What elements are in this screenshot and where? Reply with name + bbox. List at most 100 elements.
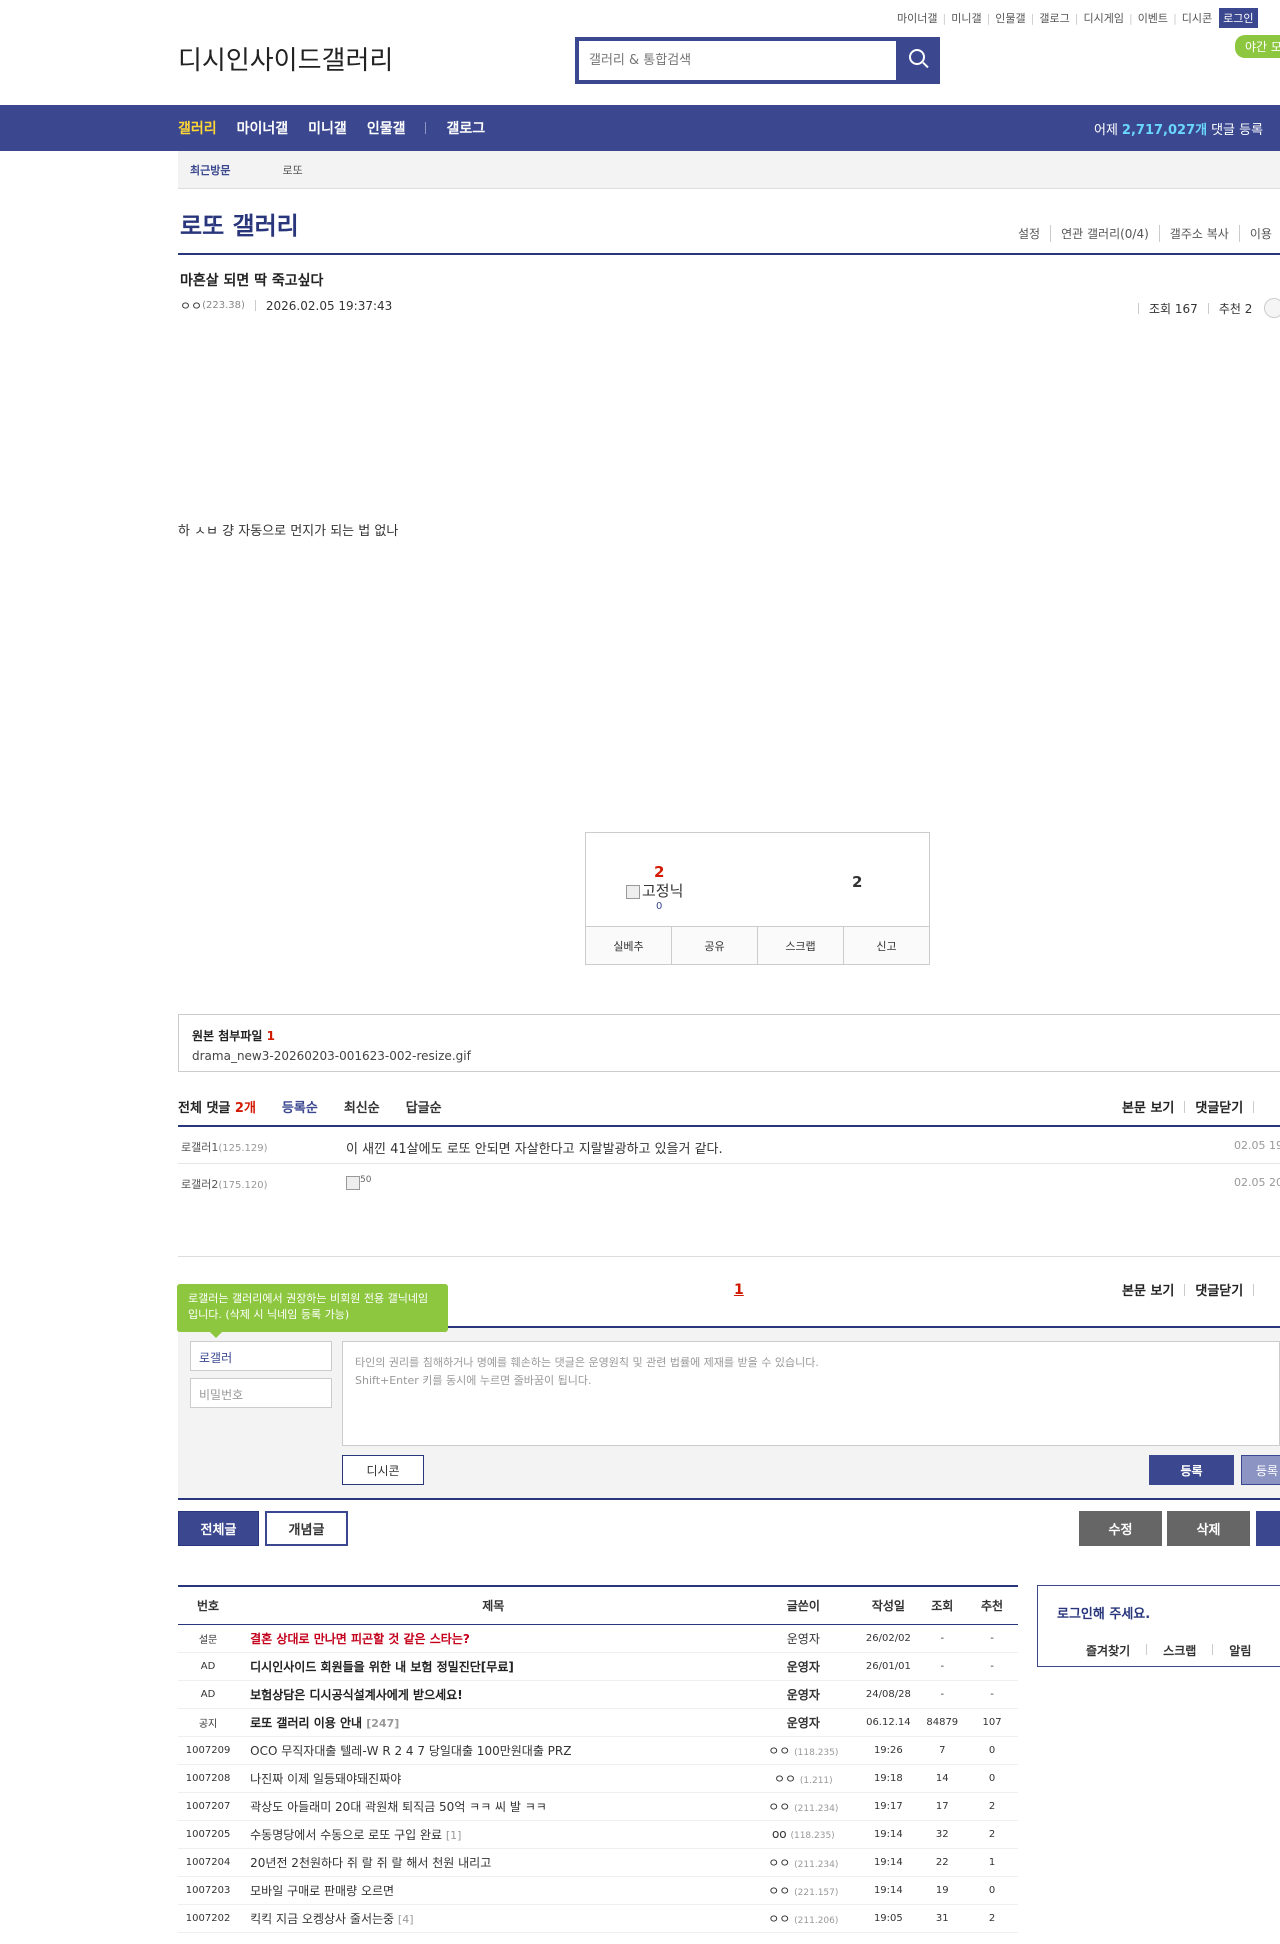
comment-page-1[interactable]: 1 xyxy=(734,1282,744,1298)
post-writer[interactable]: ㅇㅇ xyxy=(180,297,202,314)
row-subject[interactable]: OCO 무직자대출 텔레-W R 2 4 7 당일대출 100만원대출 PRZ xyxy=(238,1736,749,1765)
dccon-button[interactable]: 디시콘 xyxy=(342,1455,424,1485)
list-row[interactable]: 공지 로또 갤러리 이용 안내 [247] 운영자 06.12.14 84879 107 xyxy=(178,1708,1018,1737)
row-writer[interactable]: ㅇㅇ (1.211) xyxy=(748,1764,859,1793)
report-button[interactable]: 신고 xyxy=(843,927,929,964)
comment-submit-register-button[interactable]: 등록 xyxy=(1241,1455,1280,1485)
list-row[interactable]: 1007203 모바일 구매로 판매량 오르면 ㅇㅇ (221.157) 19:14… xyxy=(178,1876,1018,1905)
row-writer[interactable]: 운영자 xyxy=(748,1708,859,1737)
scrap-link[interactable]: 스크랩 xyxy=(1163,1642,1196,1659)
edit-button[interactable]: 수정 xyxy=(1079,1511,1162,1546)
login-button[interactable]: 로그인 xyxy=(1219,8,1258,28)
gnb-gallog[interactable]: 갤로그 xyxy=(446,118,485,138)
row-subject[interactable]: 디시인사이드 회원들을 위한 내 보험 정밀진단[무료] xyxy=(238,1652,749,1681)
row-number: AD xyxy=(178,1652,239,1681)
attachment-file-link[interactable]: drama_new3-20260203-001623-002-resize.gi… xyxy=(192,1049,1267,1063)
all-posts-button[interactable]: 전체글 xyxy=(178,1511,259,1546)
gnb-minor-gallery[interactable]: 마이너갤 xyxy=(237,118,289,138)
real-best-recommend-button[interactable]: 실베추 xyxy=(586,927,671,964)
write-button[interactable] xyxy=(1256,1511,1280,1546)
row-date: 19:14 xyxy=(858,1820,919,1849)
night-mode-toggle[interactable]: 야간 모 xyxy=(1235,35,1280,58)
topnav-dccon[interactable]: 디시콘 xyxy=(1177,10,1217,26)
list-row[interactable]: 1007207 곽상도 아들래미 20대 곽원채 퇴직금 50억 ㅋㅋ 씨 발 ㅋ… xyxy=(178,1792,1018,1821)
list-row[interactable]: 1007208 나진짜 이제 일등돼야돼진짜야 ㅇㅇ (1.211) 19:18 14… xyxy=(178,1764,1018,1793)
copy-gallery-url-link[interactable]: 갤주소 복사 xyxy=(1158,225,1239,242)
share-button[interactable]: 공유 xyxy=(671,927,757,964)
scrap-button[interactable]: 스크랩 xyxy=(757,927,843,964)
col-date: 작성일 xyxy=(858,1586,919,1625)
close-comments-button-bottom[interactable]: 댓글닫기 xyxy=(1195,1280,1243,1299)
search-input[interactable] xyxy=(579,41,894,80)
related-gallery-link[interactable]: 연관 갤러리(0/4) xyxy=(1050,225,1159,242)
row-subject[interactable]: 결혼 상대로 만나면 피곤할 것 같은 스타는? xyxy=(238,1624,749,1653)
list-row[interactable]: 1007202 킥킥 지금 오켕상사 줄서는중 [4] ㅇㅇ (211.206) 19… xyxy=(178,1904,1018,1933)
view-body-button-bottom[interactable]: 본문 보기 xyxy=(1122,1280,1174,1299)
row-writer[interactable]: ㅇㅇ (221.157) xyxy=(748,1876,859,1905)
search-icon[interactable] xyxy=(896,37,940,84)
sort-reply[interactable]: 답글순 xyxy=(406,1097,442,1116)
topnav-minor-gallery[interactable]: 마이너갤 xyxy=(892,10,942,26)
row-date: 26/01/01 xyxy=(858,1652,919,1681)
comment-nick: 로갤러1(125.129) xyxy=(181,1141,268,1154)
gallery-settings-link[interactable]: 설정 xyxy=(1008,225,1050,242)
topnav-person-gallery[interactable]: 인물갤 xyxy=(990,10,1030,26)
row-subject[interactable]: 킥킥 지금 오켕상사 줄서는중 [4] xyxy=(238,1904,749,1933)
gnb-gallery[interactable]: 갤러리 xyxy=(178,118,217,138)
fixnick-upvote[interactable]: 고정닉 xyxy=(626,880,683,901)
row-subject[interactable]: 수동명당에서 수동으로 로또 구입 완료 [1] xyxy=(238,1820,749,1849)
row-recommend: - xyxy=(966,1652,1018,1681)
more-options-icon[interactable] xyxy=(1264,298,1280,318)
gallery-title[interactable]: 로또 갤러리 xyxy=(180,206,299,241)
row-subject[interactable]: 모바일 구매로 판매량 오르면 xyxy=(238,1876,749,1905)
recent-visit-label[interactable]: 최근방문 xyxy=(190,162,230,178)
sort-latest[interactable]: 최신순 xyxy=(344,1097,380,1116)
list-row[interactable]: 1007209 OCO 무직자대출 텔레-W R 2 4 7 당일대출 100만원… xyxy=(178,1736,1018,1765)
topnav-mini-gallery[interactable]: 미니갤 xyxy=(946,10,986,26)
topnav-event[interactable]: 이벤트 xyxy=(1133,10,1173,26)
row-writer[interactable]: ㅇㅇ (211.206) xyxy=(748,1904,859,1933)
login-prompt[interactable]: 로그인해 주세요. xyxy=(1057,1603,1150,1622)
nickname-input[interactable]: 로갤러 xyxy=(190,1341,332,1371)
row-writer[interactable]: ㅇㅇ (211.234) xyxy=(748,1792,859,1821)
list-row[interactable]: 1007205 수동명당에서 수동으로 로또 구입 완료 [1] oo (118.2… xyxy=(178,1820,1018,1849)
concept-posts-button[interactable]: 개념글 xyxy=(265,1511,348,1546)
row-writer[interactable]: 운영자 xyxy=(748,1624,859,1653)
password-input[interactable]: 비밀번호 xyxy=(190,1378,332,1408)
gnb-person-gallery[interactable]: 인물갤 xyxy=(367,118,406,138)
recent-visit-item[interactable]: 로또 xyxy=(282,162,302,178)
row-views: 22 xyxy=(918,1848,967,1877)
row-recommend: 107 xyxy=(966,1708,1018,1737)
gallery-usage-link[interactable]: 이용 xyxy=(1238,225,1280,242)
row-writer[interactable]: 운영자 xyxy=(748,1652,859,1681)
view-body-button[interactable]: 본문 보기 xyxy=(1122,1097,1174,1116)
favorites-link[interactable]: 즐겨찾기 xyxy=(1086,1642,1130,1659)
row-subject[interactable]: 로또 갤러리 이용 안내 [247] xyxy=(238,1708,749,1737)
topnav-gallog[interactable]: 갤로그 xyxy=(1034,10,1074,26)
row-subject[interactable]: 곽상도 아들래미 20대 곽원채 퇴직금 50억 ㅋㅋ 씨 발 ㅋㅋ xyxy=(238,1792,749,1821)
row-number: 1007207 xyxy=(178,1792,239,1821)
list-row[interactable]: 설문 결혼 상대로 만나면 피곤할 것 같은 스타는? 운영자 26/02/02-… xyxy=(178,1624,1018,1653)
row-views: - xyxy=(918,1680,967,1709)
comment-textarea[interactable]: 타인의 권리를 침해하거나 명예를 훼손하는 댓글은 운영원칙 및 관련 법률에… xyxy=(342,1341,1280,1446)
row-subject[interactable]: 보험상담은 디시공식설계사에게 받으세요! xyxy=(238,1680,749,1709)
gnb-mini-gallery[interactable]: 미니갤 xyxy=(308,118,347,138)
row-subject[interactable]: 나진짜 이제 일등돼야돼진짜야 xyxy=(238,1764,749,1793)
row-writer[interactable]: 운영자 xyxy=(748,1680,859,1709)
title-divider xyxy=(178,253,1280,255)
downvote-count[interactable]: 2 xyxy=(852,873,862,891)
list-row[interactable]: AD 디시인사이드 회원들을 위한 내 보험 정밀진단[무료] 운영자 26/01… xyxy=(178,1652,1018,1681)
row-writer[interactable]: oo (118.235) xyxy=(748,1820,859,1849)
row-subject[interactable]: 20년전 2천원하다 쥐 랄 쥐 랄 해서 천원 내리고 xyxy=(238,1848,749,1877)
site-logo[interactable]: 디시인사이드갤러리 xyxy=(178,40,393,77)
list-row[interactable]: 1007204 20년전 2천원하다 쥐 랄 쥐 랄 해서 천원 내리고 ㅇㅇ (… xyxy=(178,1848,1018,1877)
topnav-dcgame[interactable]: 디시게임 xyxy=(1078,10,1128,26)
comment-submit-button[interactable]: 등록 xyxy=(1149,1455,1234,1485)
row-writer[interactable]: ㅇㅇ (211.234) xyxy=(748,1848,859,1877)
sort-registered[interactable]: 등록순 xyxy=(282,1097,318,1116)
row-writer[interactable]: ㅇㅇ (118.235) xyxy=(748,1736,859,1765)
close-comments-button[interactable]: 댓글닫기 xyxy=(1195,1097,1243,1116)
notification-link[interactable]: 알림 xyxy=(1229,1642,1251,1659)
list-row[interactable]: AD 보험상담은 디시공식설계사에게 받으세요! 운영자 24/08/28- - xyxy=(178,1680,1018,1709)
delete-button[interactable]: 삭제 xyxy=(1167,1511,1250,1546)
